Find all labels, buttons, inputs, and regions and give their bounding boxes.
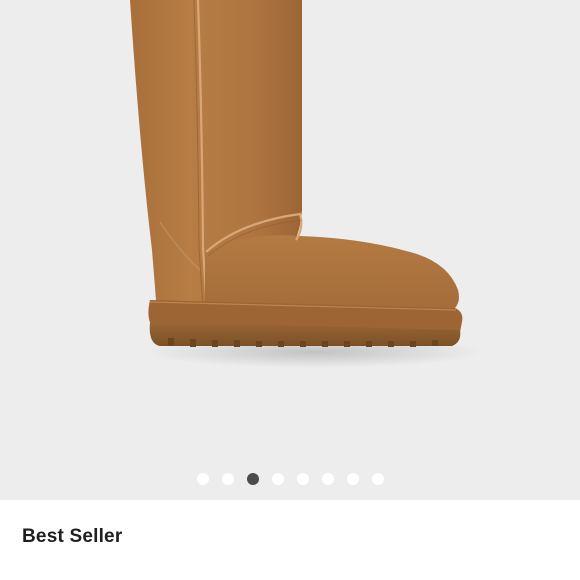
pagination-dot[interactable] <box>296 473 309 485</box>
pagination-dot[interactable] <box>321 473 334 485</box>
carousel-pagination <box>0 472 580 486</box>
product-page: Best Seller <box>0 0 580 580</box>
pagination-dot[interactable] <box>346 473 359 485</box>
pagination-dot[interactable] <box>196 473 209 485</box>
image-carousel[interactable] <box>0 0 580 500</box>
pagination-dot-active[interactable] <box>246 473 259 485</box>
pagination-dot[interactable] <box>371 473 384 485</box>
product-photo[interactable] <box>0 0 580 500</box>
best-seller-label: Best Seller <box>22 526 123 547</box>
pagination-dot[interactable] <box>221 473 234 485</box>
pagination-dot[interactable] <box>271 473 284 485</box>
